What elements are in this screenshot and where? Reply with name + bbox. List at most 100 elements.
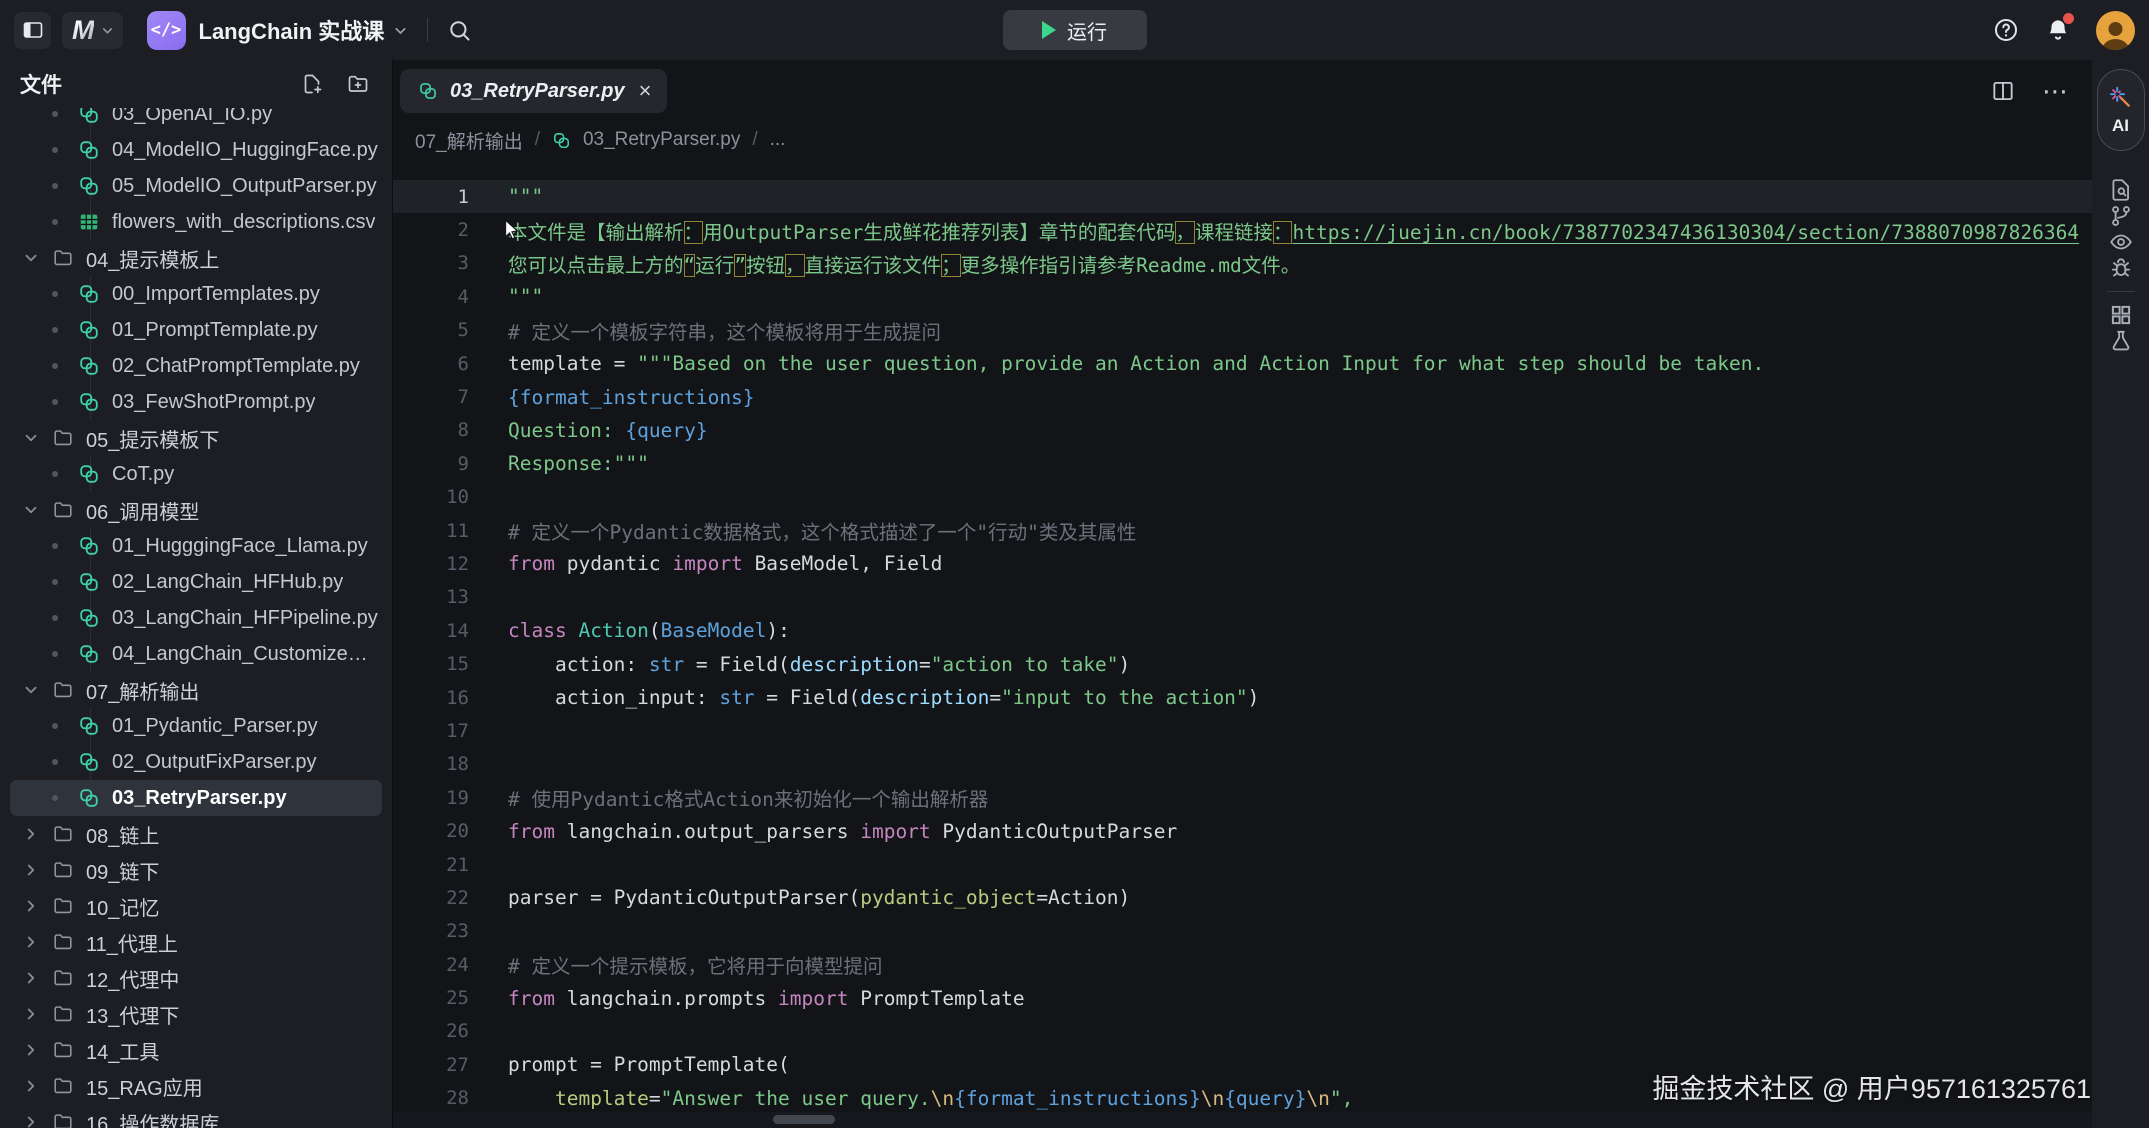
ide-logo-button[interactable]: M xyxy=(62,12,123,49)
code-line-7[interactable]: 7{format_instructions} xyxy=(393,380,2092,413)
tree-folder-15_RAG应用[interactable]: 15_RAG应用 xyxy=(10,1068,382,1104)
code-line-5[interactable]: 5# 定义一个模板字符串，这个模板将用于生成提问 xyxy=(393,314,2092,347)
code-line-2[interactable]: 2本文件是【输出解析：用OutputParser生成鲜花推荐列表】章节的配套代码… xyxy=(393,213,2092,246)
tree-file-01_HugggingFace_Llama.py[interactable]: 01_HugggingFace_Llama.py xyxy=(10,528,382,564)
tree-folder-14_工具[interactable]: 14_工具 xyxy=(10,1032,382,1068)
search-icon[interactable] xyxy=(446,17,473,44)
ai-assistant-button[interactable]: AI xyxy=(2097,69,2145,151)
tree-folder-04_提示模板上[interactable]: 04_提示模板上 xyxy=(10,240,382,276)
code-line-16[interactable]: 16 action_input: str = Field(description… xyxy=(393,681,2092,714)
code-line-17[interactable]: 17 xyxy=(393,714,2092,747)
file-search-icon[interactable] xyxy=(2108,177,2134,203)
code-line-8[interactable]: 8Question: {query} xyxy=(393,414,2092,447)
apps-grid-icon[interactable] xyxy=(2108,302,2134,328)
tree-file-04_ModelIO_HuggingFace.py[interactable]: 04_ModelIO_HuggingFace.py xyxy=(10,132,382,168)
horizontal-scrollbar-thumb[interactable] xyxy=(773,1115,835,1124)
tree-file-02_LangChain_HFHub.py[interactable]: 02_LangChain_HFHub.py xyxy=(10,564,382,600)
tree-file-05_ModelIO_OutputParser.py[interactable]: 05_ModelIO_OutputParser.py xyxy=(10,168,382,204)
chevron-right-icon[interactable] xyxy=(22,897,40,915)
code-line-25[interactable]: 25from langchain.prompts import PromptTe… xyxy=(393,981,2092,1014)
code-line-9[interactable]: 9Response:""" xyxy=(393,447,2092,480)
code-line-10[interactable]: 10 xyxy=(393,481,2092,514)
chevron-right-icon[interactable] xyxy=(22,861,40,879)
tree-file-04_LangChain_CustomizeMod...[interactable]: 04_LangChain_CustomizeMod... xyxy=(10,636,382,672)
eye-watch-icon[interactable] xyxy=(2108,229,2134,255)
breadcrumb-more[interactable]: ... xyxy=(770,129,786,151)
chevron-right-icon[interactable] xyxy=(22,933,40,951)
breadcrumb-file[interactable]: 03_RetryParser.py xyxy=(583,129,740,151)
chevron-right-icon[interactable] xyxy=(22,969,40,987)
tree-folder-05_提示模板下[interactable]: 05_提示模板下 xyxy=(10,420,382,456)
tree-file-02_ChatPromptTemplate.py[interactable]: 02_ChatPromptTemplate.py xyxy=(10,348,382,384)
tree-file-00_ImportTemplates.py[interactable]: 00_ImportTemplates.py xyxy=(10,276,382,312)
tree-folder-12_代理中[interactable]: 12_代理中 xyxy=(10,960,382,996)
tree-folder-13_代理下[interactable]: 13_代理下 xyxy=(10,996,382,1032)
close-icon[interactable]: × xyxy=(639,80,652,102)
code-line-content: prompt = PromptTemplate( xyxy=(469,1053,790,1076)
new-file-icon[interactable] xyxy=(300,72,324,96)
code-line-18[interactable]: 18 xyxy=(393,748,2092,781)
chevron-down-icon[interactable] xyxy=(22,501,40,519)
tree-file-01_PromptTemplate.py[interactable]: 01_PromptTemplate.py xyxy=(10,312,382,348)
project-title[interactable]: LangChain 实战课 xyxy=(199,14,385,46)
code-line-12[interactable]: 12from pydantic import BaseModel, Field xyxy=(393,547,2092,580)
code-line-14[interactable]: 14class Action(BaseModel): xyxy=(393,614,2092,647)
chevron-right-icon[interactable] xyxy=(22,1005,40,1023)
chevron-down-icon[interactable] xyxy=(22,249,40,267)
sidebar-toggle-button[interactable] xyxy=(14,12,51,49)
user-avatar[interactable] xyxy=(2096,11,2135,50)
git-branch-icon[interactable] xyxy=(2108,203,2134,229)
breadcrumb-folder[interactable]: 07_解析输出 xyxy=(415,127,523,154)
code-line-21[interactable]: 21 xyxy=(393,848,2092,881)
tree-folder-08_链上[interactable]: 08_链上 xyxy=(10,816,382,852)
tree-folder-10_记忆[interactable]: 10_记忆 xyxy=(10,888,382,924)
code-line-1[interactable]: 1""" xyxy=(393,180,2092,213)
chevron-right-icon[interactable] xyxy=(22,1041,40,1059)
code-line-15[interactable]: 15 action: str = Field(description="acti… xyxy=(393,647,2092,680)
code-line-22[interactable]: 22parser = PydanticOutputParser(pydantic… xyxy=(393,881,2092,914)
code-line-13[interactable]: 13 xyxy=(393,581,2092,614)
chevron-down-icon[interactable] xyxy=(22,429,40,447)
tree-folder-07_解析输出[interactable]: 07_解析输出 xyxy=(10,672,382,708)
code-token: ： xyxy=(684,221,704,244)
split-editor-icon[interactable] xyxy=(1990,78,2016,104)
new-folder-icon[interactable] xyxy=(346,72,370,96)
code-line-26[interactable]: 26 xyxy=(393,1015,2092,1048)
notifications-bell-icon[interactable] xyxy=(2044,16,2072,44)
tree-folder-09_链下[interactable]: 09_链下 xyxy=(10,852,382,888)
tree-file-03_OpenAI_IO.py[interactable]: 03_OpenAI_IO.py xyxy=(10,108,382,132)
tree-file-03_LangChain_HFPipeline.py[interactable]: 03_LangChain_HFPipeline.py xyxy=(10,600,382,636)
chevron-down-icon[interactable] xyxy=(22,681,40,699)
run-button[interactable]: 运行 xyxy=(1003,10,1147,50)
code-line-4[interactable]: 4""" xyxy=(393,280,2092,313)
chevron-right-icon[interactable] xyxy=(22,1077,40,1095)
tree-folder-11_代理上[interactable]: 11_代理上 xyxy=(10,924,382,960)
tree-file-03_RetryParser.py[interactable]: 03_RetryParser.py xyxy=(10,780,382,816)
code-line-19[interactable]: 19# 使用Pydantic格式Action来初始化一个输出解析器 xyxy=(393,781,2092,814)
code-line-23[interactable]: 23 xyxy=(393,915,2092,948)
tree-file-flowers_with_descriptions.csv[interactable]: flowers_with_descriptions.csv xyxy=(10,204,382,240)
tree-item-label: 00_ImportTemplates.py xyxy=(112,283,320,306)
tab-03-retryparser[interactable]: 03_RetryParser.py × xyxy=(400,69,667,113)
lab-flask-icon[interactable] xyxy=(2108,328,2134,354)
tree-folder-06_调用模型[interactable]: 06_调用模型 xyxy=(10,492,382,528)
line-number: 27 xyxy=(393,1054,469,1076)
code-line-24[interactable]: 24# 定义一个提示模板，它将用于向模型提问 xyxy=(393,948,2092,981)
code-link[interactable]: https://juejin.cn/book/73877023474361303… xyxy=(1292,221,2079,244)
help-icon[interactable] xyxy=(1992,16,2020,44)
tree-file-02_OutputFixParser.py[interactable]: 02_OutputFixParser.py xyxy=(10,744,382,780)
code-line-20[interactable]: 20from langchain.output_parsers import P… xyxy=(393,814,2092,847)
tree-folder-16_操作数据库[interactable]: 16_操作数据库 xyxy=(10,1104,382,1128)
debug-bug-icon[interactable] xyxy=(2108,255,2134,281)
code-editor[interactable]: 1"""2本文件是【输出解析：用OutputParser生成鲜花推荐列表】章节的… xyxy=(393,158,2092,1128)
code-line-3[interactable]: 3您可以点击最上方的“运行”按钮，直接运行该文件；更多操作指引请参考Readme… xyxy=(393,247,2092,280)
code-line-6[interactable]: 6template = """Based on the user questio… xyxy=(393,347,2092,380)
tree-file-03_FewShotPrompt.py[interactable]: 03_FewShotPrompt.py xyxy=(10,384,382,420)
chevron-right-icon[interactable] xyxy=(22,825,40,843)
tree-file-CoT.py[interactable]: CoT.py xyxy=(10,456,382,492)
code-line-11[interactable]: 11# 定义一个Pydantic数据格式，这个格式描述了一个"行动"类及其属性 xyxy=(393,514,2092,547)
tree-file-01_Pydantic_Parser.py[interactable]: 01_Pydantic_Parser.py xyxy=(10,708,382,744)
chevron-right-icon[interactable] xyxy=(22,1113,40,1128)
chevron-down-icon[interactable] xyxy=(392,22,409,39)
line-number: 19 xyxy=(393,787,469,809)
